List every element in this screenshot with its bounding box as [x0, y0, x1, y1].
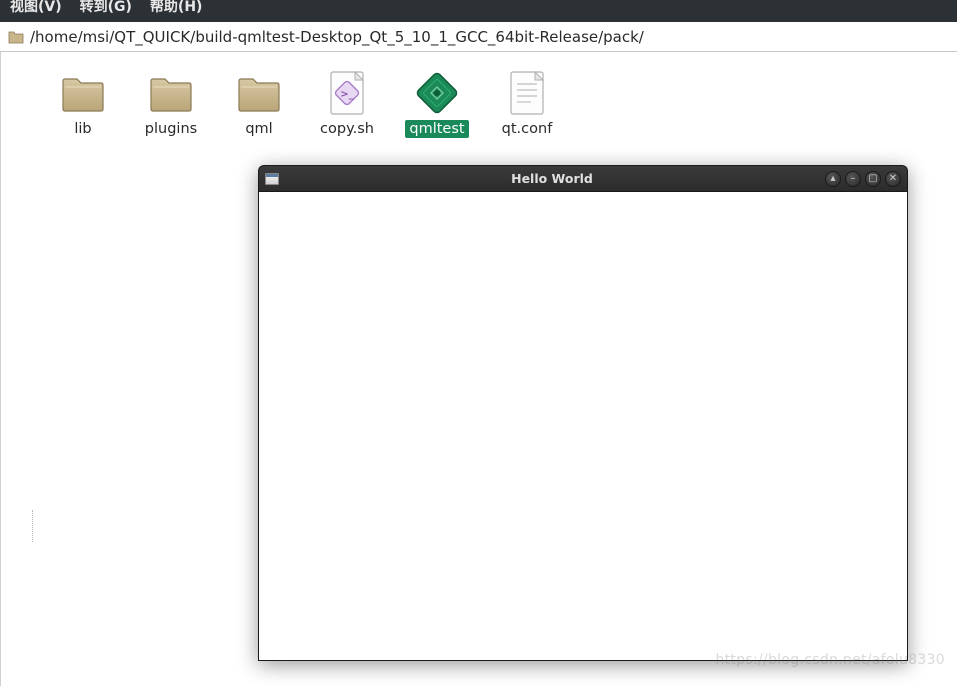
shade-button[interactable]: ▴ — [825, 171, 841, 187]
folder-icon — [147, 72, 195, 114]
file-label: copy.sh — [316, 120, 378, 138]
text-icon — [503, 72, 551, 114]
app-icon — [265, 173, 279, 185]
titlebar[interactable]: Hello World ▴ – ▢ ✕ — [258, 165, 908, 191]
path-text[interactable]: /home/msi/QT_QUICK/build-qmltest-Desktop… — [30, 28, 644, 46]
file-label: qt.conf — [498, 120, 557, 138]
folder-icon — [59, 72, 107, 114]
file-item-qml[interactable]: qml — [226, 72, 292, 138]
file-item-qmltest[interactable]: qmltest — [402, 72, 472, 138]
folder-icon — [8, 30, 24, 44]
close-button[interactable]: ✕ — [885, 171, 901, 187]
file-item-qt-conf[interactable]: qt.conf — [492, 72, 562, 138]
folder-icon — [235, 72, 283, 114]
pathbar: /home/msi/QT_QUICK/build-qmltest-Desktop… — [0, 22, 957, 52]
icon-view[interactable]: lib plugins qml >_ copy.sh qmltest qt.co… — [0, 52, 957, 158]
menu-help[interactable]: 帮助(H) — [150, 0, 203, 14]
maximize-button[interactable]: ▢ — [865, 171, 881, 187]
script-icon: >_ — [323, 72, 371, 114]
menu-goto[interactable]: 转到(G) — [80, 0, 132, 14]
file-item-copy-sh[interactable]: >_ copy.sh — [312, 72, 382, 138]
file-item-plugins[interactable]: plugins — [136, 72, 206, 138]
file-label: plugins — [141, 120, 201, 138]
panel-divider-dot — [32, 510, 33, 542]
window-title: Hello World — [279, 171, 825, 186]
app-body — [258, 191, 908, 661]
app-window[interactable]: Hello World ▴ – ▢ ✕ — [258, 165, 908, 661]
exec-icon — [413, 72, 461, 114]
panel-divider — [0, 52, 3, 686]
minimize-button[interactable]: – — [845, 171, 861, 187]
menu-view[interactable]: 视图(V) — [10, 0, 62, 14]
file-item-lib[interactable]: lib — [50, 72, 116, 138]
file-label: qml — [241, 120, 276, 138]
window-controls: ▴ – ▢ ✕ — [825, 171, 901, 187]
svg-text:>_: >_ — [340, 89, 353, 100]
file-label: lib — [70, 120, 95, 138]
file-label: qmltest — [405, 120, 468, 138]
menubar: 视图(V) 转到(G) 帮助(H) — [0, 0, 957, 22]
